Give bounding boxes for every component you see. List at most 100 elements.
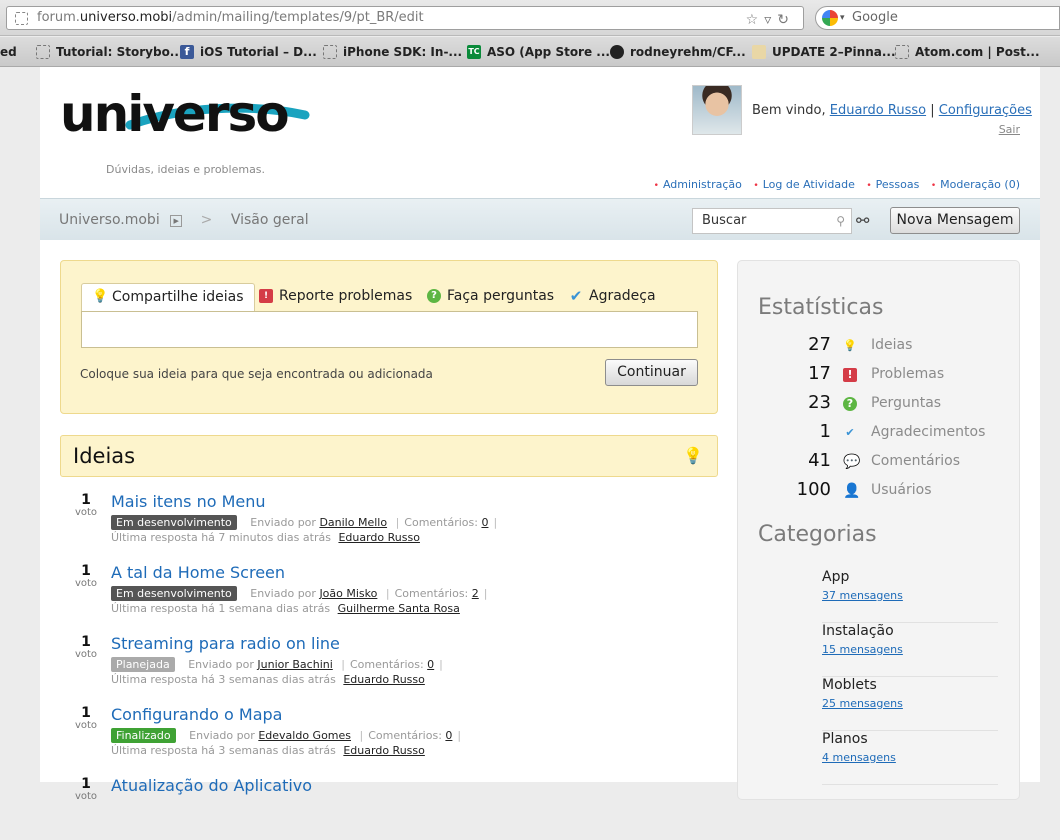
last-reply-user-link[interactable]: Eduardo Russo: [343, 744, 425, 757]
activity-log-link[interactable]: Log de Atividade: [763, 178, 855, 191]
tab-thank[interactable]: ✔ Agradeça: [559, 283, 656, 311]
admin-link[interactable]: Administração: [663, 178, 742, 191]
tab-report-problems[interactable]: ! Reporte problemas: [249, 283, 412, 311]
comments-count-link[interactable]: 0: [481, 516, 488, 529]
category-name[interactable]: Instalação: [822, 623, 894, 639]
idea-meta: Planejada Enviado por Junior Bachini | Co…: [111, 657, 448, 672]
idea-meta: Finalizado Enviado por Edevaldo Gomes | C…: [111, 728, 466, 743]
stat-label[interactable]: Problemas: [871, 366, 944, 382]
stats-title: Estatísticas: [758, 295, 884, 320]
stat-label[interactable]: Ideias: [871, 337, 912, 353]
address-bar[interactable]: forum.universo.mobi/admin/mailing/templa…: [6, 6, 804, 30]
last-reply-user-link[interactable]: Eduardo Russo: [338, 531, 420, 544]
user-name-link[interactable]: Eduardo Russo: [830, 103, 926, 118]
category-item[interactable]: Planos 4 mensagens: [822, 731, 998, 785]
page-icon: [323, 45, 337, 59]
author-link[interactable]: Junior Bachini: [257, 658, 332, 671]
vote-label: voto: [74, 578, 98, 589]
category-count-link[interactable]: 25 mensagens: [822, 697, 903, 710]
bookmark-item[interactable]: rodneyrehm/CF...: [610, 44, 746, 60]
logout-link[interactable]: Sair: [999, 123, 1020, 136]
category-count-link[interactable]: 15 mensagens: [822, 643, 903, 656]
page-icon: [895, 45, 909, 59]
author-link[interactable]: Danilo Mello: [319, 516, 387, 529]
author-link[interactable]: Edevaldo Gomes: [258, 729, 351, 742]
category-count-link[interactable]: 37 mensagens: [822, 589, 903, 602]
idea-title-link[interactable]: Mais itens no Menu: [111, 492, 266, 511]
bookmark-label: ed: [0, 45, 17, 59]
category-item[interactable]: App 37 mensagens: [822, 569, 998, 623]
chevron-down-icon[interactable]: ▿: [764, 12, 777, 28]
stat-label[interactable]: Agradecimentos: [871, 424, 985, 440]
vote-number: 1: [81, 776, 91, 792]
vote-count[interactable]: 1 voto: [60, 776, 112, 802]
idea-title-link[interactable]: Configurando o Mapa: [111, 705, 282, 724]
last-reply-user-link[interactable]: Eduardo Russo: [343, 673, 425, 686]
page-icon: [36, 45, 50, 59]
vote-count[interactable]: 1 voto: [60, 563, 112, 589]
stat-label[interactable]: Comentários: [871, 453, 960, 469]
tab-ask-questions[interactable]: ? Faça perguntas: [417, 283, 554, 311]
browser-search-box[interactable]: ▾ Google: [815, 6, 1060, 30]
star-icon[interactable]: ☆: [746, 12, 765, 28]
category-item[interactable]: Instalação 15 mensagens: [822, 623, 998, 677]
bookmark-label: Atom.com | Post...: [915, 45, 1040, 59]
bookmark-item[interactable]: Tutorial: Storybo...: [36, 44, 183, 60]
bookmark-item[interactable]: ed: [0, 44, 17, 60]
dropdown-arrow-icon[interactable]: ▾: [840, 7, 845, 29]
lightbulb-icon: 💡: [92, 289, 109, 304]
search-icon[interactable]: ⚲: [836, 209, 845, 233]
settings-link[interactable]: Configurações: [939, 103, 1032, 118]
logo-text: universo: [60, 85, 288, 143]
author-link[interactable]: João Misko: [319, 587, 377, 600]
moderation-link[interactable]: Moderação (0): [940, 178, 1020, 191]
category-name[interactable]: Planos: [822, 731, 868, 747]
stat-value: 27: [808, 334, 831, 355]
bookmark-item[interactable]: iPhone SDK: In-...: [323, 44, 462, 60]
category-name[interactable]: Moblets: [822, 677, 877, 693]
sent-by-label: Enviado por: [189, 729, 255, 742]
vote-label: voto: [74, 507, 98, 518]
continue-button[interactable]: Continuar: [605, 359, 698, 386]
comment-icon: 💬: [843, 454, 861, 470]
vote-number: 1: [81, 563, 91, 579]
idea-title-link[interactable]: Atualização do Aplicativo: [111, 776, 312, 795]
list-item: 1 voto Mais itens no Menu Em desenvolvime…: [60, 492, 720, 556]
tab-label: Agradeça: [589, 288, 656, 304]
category-item[interactable]: Moblets 25 mensagens: [822, 677, 998, 731]
vote-count[interactable]: 1 voto: [60, 492, 112, 518]
comments-count-link[interactable]: 2: [472, 587, 479, 600]
vote-count[interactable]: 1 voto: [60, 634, 112, 660]
universo-logo[interactable]: universo: [60, 85, 320, 149]
tab-share-ideas[interactable]: 💡 Compartilhe ideias: [81, 283, 255, 311]
search-input[interactable]: Buscar ⚲: [692, 208, 852, 234]
bookmark-item[interactable]: TC ASO (App Store ...: [467, 44, 610, 60]
vote-label: voto: [74, 649, 98, 660]
category-name[interactable]: App: [822, 569, 849, 585]
binoculars-icon[interactable]: ⚯: [856, 211, 869, 230]
bookmark-item[interactable]: f iOS Tutorial – D...: [180, 44, 317, 60]
idea-input[interactable]: [81, 311, 698, 348]
comments-count-link[interactable]: 0: [427, 658, 434, 671]
play-icon[interactable]: ▶: [170, 215, 183, 227]
avatar[interactable]: [692, 85, 742, 135]
stat-label[interactable]: Perguntas: [871, 395, 941, 411]
url-path: /admin/mailing/templates/9/pt_BR/edit: [172, 10, 424, 25]
vote-count[interactable]: 1 voto: [60, 705, 112, 731]
idea-title-link[interactable]: Streaming para radio on line: [111, 634, 340, 653]
stat-value: 1: [819, 421, 831, 442]
stat-label[interactable]: Usuários: [871, 482, 932, 498]
share-box: 💡 Compartilhe ideias ! Reporte problemas ?…: [60, 260, 718, 414]
breadcrumb-home[interactable]: Universo.mobi: [59, 212, 160, 228]
reload-icon[interactable]: ↻: [777, 12, 795, 28]
comments-count-link[interactable]: 0: [445, 729, 452, 742]
idea-title-link[interactable]: A tal da Home Screen: [111, 563, 285, 582]
checkmark-icon: ✔: [569, 287, 583, 305]
bookmark-item[interactable]: Atom.com | Post...: [895, 44, 1040, 60]
last-reply-user-link[interactable]: Guilherme Santa Rosa: [338, 602, 460, 615]
bookmark-item[interactable]: UPDATE 2–Pinna...: [752, 44, 896, 60]
new-message-button[interactable]: Nova Mensagem: [890, 207, 1020, 234]
category-count-link[interactable]: 4 mensagens: [822, 751, 896, 764]
people-link[interactable]: Pessoas: [876, 178, 920, 191]
breadcrumb: Universo.mobi ▶ > Visão geral: [59, 212, 309, 228]
